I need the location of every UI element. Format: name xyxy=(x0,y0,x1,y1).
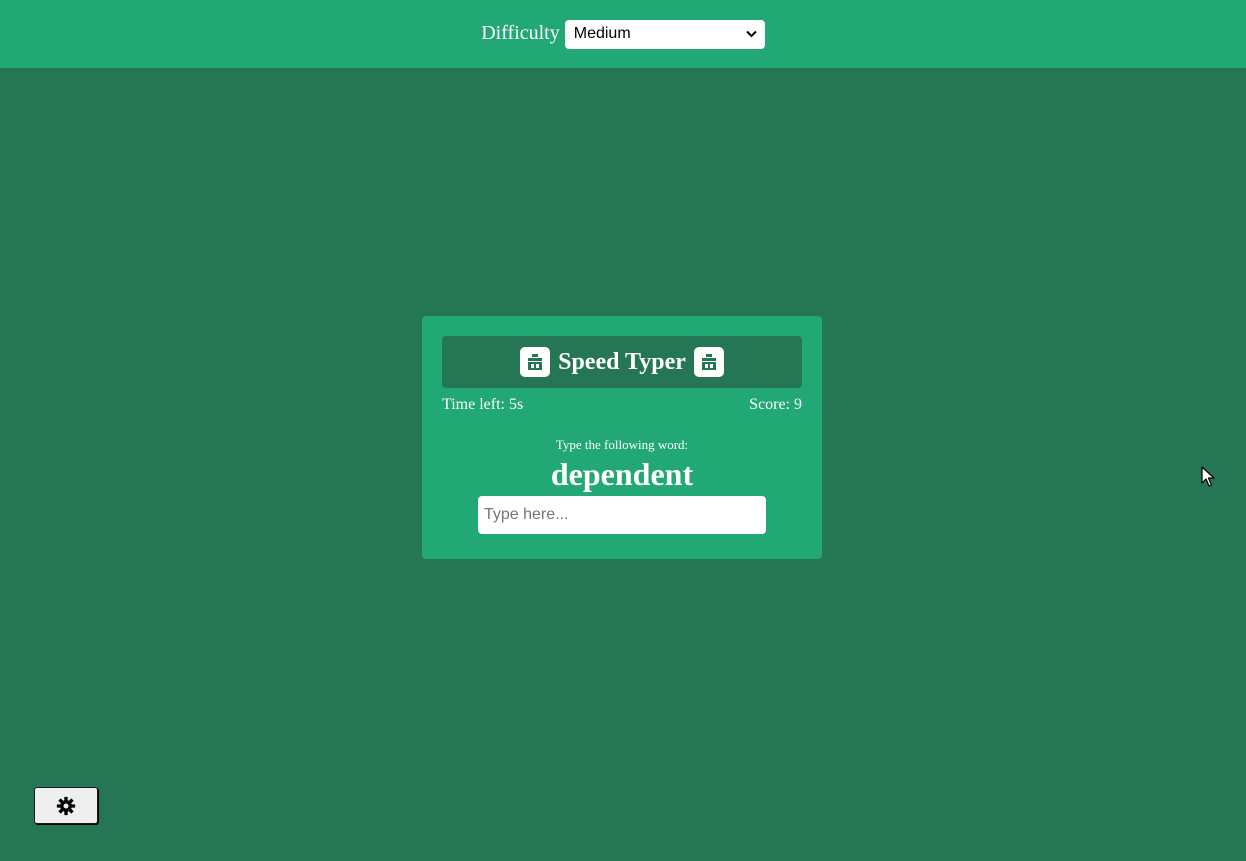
target-word: dependent xyxy=(550,456,694,492)
score: Score: 9 xyxy=(749,396,802,413)
input-wrapper xyxy=(442,496,802,534)
gear-icon xyxy=(56,796,76,815)
game-card: Speed Typer Time left: 5s Score: 9 Type … xyxy=(422,316,822,559)
typewriter-icon xyxy=(520,347,551,377)
chevron-down-icon xyxy=(746,30,757,38)
stats-row: Time left: 5s Score: 9 xyxy=(442,396,802,416)
title-bar: Speed Typer xyxy=(442,336,802,388)
settings-button[interactable] xyxy=(34,787,98,824)
game-title: Speed Typer xyxy=(558,348,686,375)
top-bar: Difficulty Medium xyxy=(0,0,1246,68)
mouse-cursor-icon xyxy=(1201,466,1215,487)
word-prompt: Type the following word: xyxy=(555,437,689,452)
difficulty-label: Difficulty xyxy=(481,21,560,44)
time-left: Time left: 5s xyxy=(442,396,524,413)
type-input[interactable] xyxy=(478,496,766,534)
difficulty-select[interactable]: Medium xyxy=(564,19,765,49)
difficulty-selected-value: Medium xyxy=(573,25,631,42)
typewriter-icon xyxy=(693,347,724,377)
